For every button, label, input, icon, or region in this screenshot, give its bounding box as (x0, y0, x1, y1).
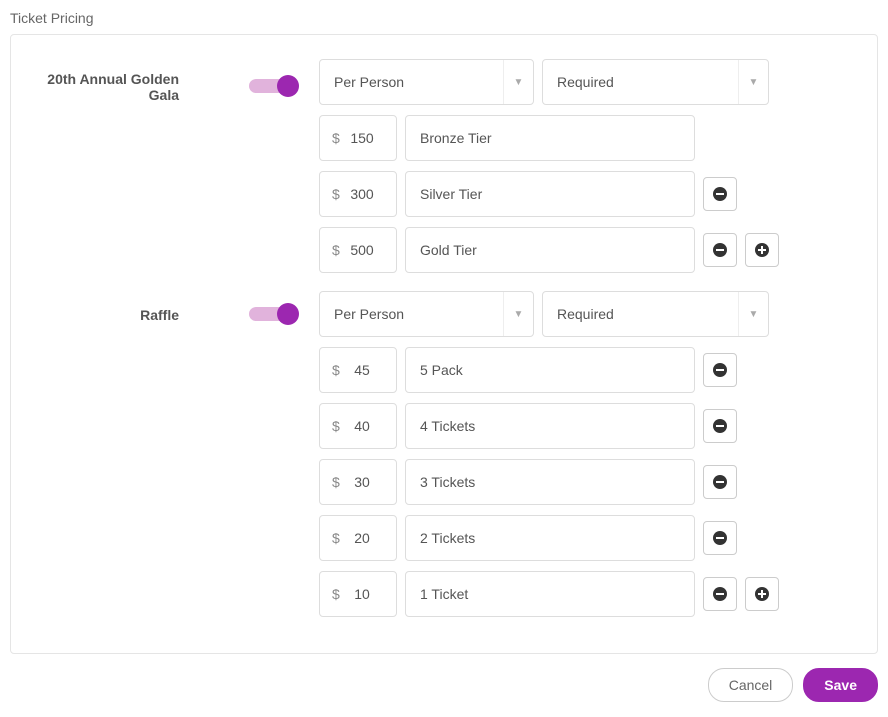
section-body: Per Person ▼ Required ▼ $ (299, 291, 859, 627)
currency-symbol: $ (320, 586, 342, 602)
chevron-down-icon: ▼ (738, 60, 768, 104)
basis-select[interactable]: Per Person ▼ (319, 291, 534, 337)
tier-name-input[interactable] (405, 227, 695, 273)
tier-name-input[interactable] (405, 171, 695, 217)
tier-row: $ (319, 403, 859, 449)
section-label: Raffle (29, 307, 179, 323)
basis-select-value: Per Person (334, 306, 404, 322)
requirement-select[interactable]: Required ▼ (542, 291, 769, 337)
tier-row: $ (319, 515, 859, 561)
chevron-down-icon: ▼ (503, 60, 533, 104)
basis-select[interactable]: Per Person ▼ (319, 59, 534, 105)
remove-tier-button[interactable] (703, 577, 737, 611)
section-label: 20th Annual Golden Gala (29, 71, 179, 103)
tier-row: $ (319, 347, 859, 393)
tier-row: $ (319, 171, 859, 217)
remove-tier-button[interactable] (703, 177, 737, 211)
remove-tier-button[interactable] (703, 353, 737, 387)
tier-name-input[interactable] (405, 515, 695, 561)
price-input[interactable] (342, 242, 382, 258)
tier-name-input[interactable] (405, 571, 695, 617)
add-tier-button[interactable] (745, 577, 779, 611)
price-input[interactable] (342, 586, 382, 602)
plus-icon (755, 587, 769, 601)
add-tier-button[interactable] (745, 233, 779, 267)
requirement-select-value: Required (557, 74, 614, 90)
price-input[interactable] (342, 474, 382, 490)
save-button[interactable]: Save (803, 668, 878, 702)
remove-tier-button[interactable] (703, 233, 737, 267)
tier-name-input[interactable] (405, 115, 695, 161)
price-input[interactable] (342, 418, 382, 434)
minus-icon (713, 475, 727, 489)
remove-tier-button[interactable] (703, 409, 737, 443)
currency-symbol: $ (320, 130, 342, 146)
chevron-down-icon: ▼ (503, 292, 533, 336)
section-header-col: 20th Annual Golden Gala (29, 59, 299, 103)
section-toggle[interactable] (249, 75, 299, 99)
remove-tier-button[interactable] (703, 465, 737, 499)
selector-row: Per Person ▼ Required ▼ (319, 291, 859, 337)
price-field[interactable]: $ (319, 515, 397, 561)
price-field[interactable]: $ (319, 403, 397, 449)
price-field[interactable]: $ (319, 171, 397, 217)
minus-icon (713, 243, 727, 257)
tier-row: $ (319, 459, 859, 505)
price-field[interactable]: $ (319, 227, 397, 273)
toggle-knob (277, 303, 299, 325)
currency-symbol: $ (320, 362, 342, 378)
pricing-panel: 20th Annual Golden Gala Per Person ▼ Req… (10, 34, 878, 654)
page-title: Ticket Pricing (10, 10, 878, 26)
tier-name-input[interactable] (405, 459, 695, 505)
toggle-knob (277, 75, 299, 97)
minus-icon (713, 587, 727, 601)
price-field[interactable]: $ (319, 459, 397, 505)
tier-row: $ (319, 115, 859, 161)
tier-name-input[interactable] (405, 403, 695, 449)
currency-symbol: $ (320, 530, 342, 546)
plus-icon (755, 243, 769, 257)
section-toggle[interactable] (249, 303, 299, 327)
remove-tier-button[interactable] (703, 521, 737, 555)
pricing-section: 20th Annual Golden Gala Per Person ▼ Req… (29, 59, 859, 283)
currency-symbol: $ (320, 418, 342, 434)
price-input[interactable] (342, 186, 382, 202)
section-header-col: Raffle (29, 291, 299, 327)
cancel-button[interactable]: Cancel (708, 668, 794, 702)
basis-select-value: Per Person (334, 74, 404, 90)
footer-actions: Cancel Save (10, 668, 878, 702)
tier-row: $ (319, 227, 859, 273)
requirement-select-value: Required (557, 306, 614, 322)
price-input[interactable] (342, 530, 382, 546)
pricing-section: Raffle Per Person ▼ Required ▼ $ (29, 291, 859, 627)
minus-icon (713, 419, 727, 433)
tier-row: $ (319, 571, 859, 617)
tier-name-input[interactable] (405, 347, 695, 393)
chevron-down-icon: ▼ (738, 292, 768, 336)
minus-icon (713, 531, 727, 545)
requirement-select[interactable]: Required ▼ (542, 59, 769, 105)
currency-symbol: $ (320, 242, 342, 258)
minus-icon (713, 363, 727, 377)
price-field[interactable]: $ (319, 571, 397, 617)
price-input[interactable] (342, 130, 382, 146)
minus-icon (713, 187, 727, 201)
price-field[interactable]: $ (319, 347, 397, 393)
currency-symbol: $ (320, 474, 342, 490)
price-field[interactable]: $ (319, 115, 397, 161)
price-input[interactable] (342, 362, 382, 378)
section-body: Per Person ▼ Required ▼ $ $ (299, 59, 859, 283)
currency-symbol: $ (320, 186, 342, 202)
selector-row: Per Person ▼ Required ▼ (319, 59, 859, 105)
